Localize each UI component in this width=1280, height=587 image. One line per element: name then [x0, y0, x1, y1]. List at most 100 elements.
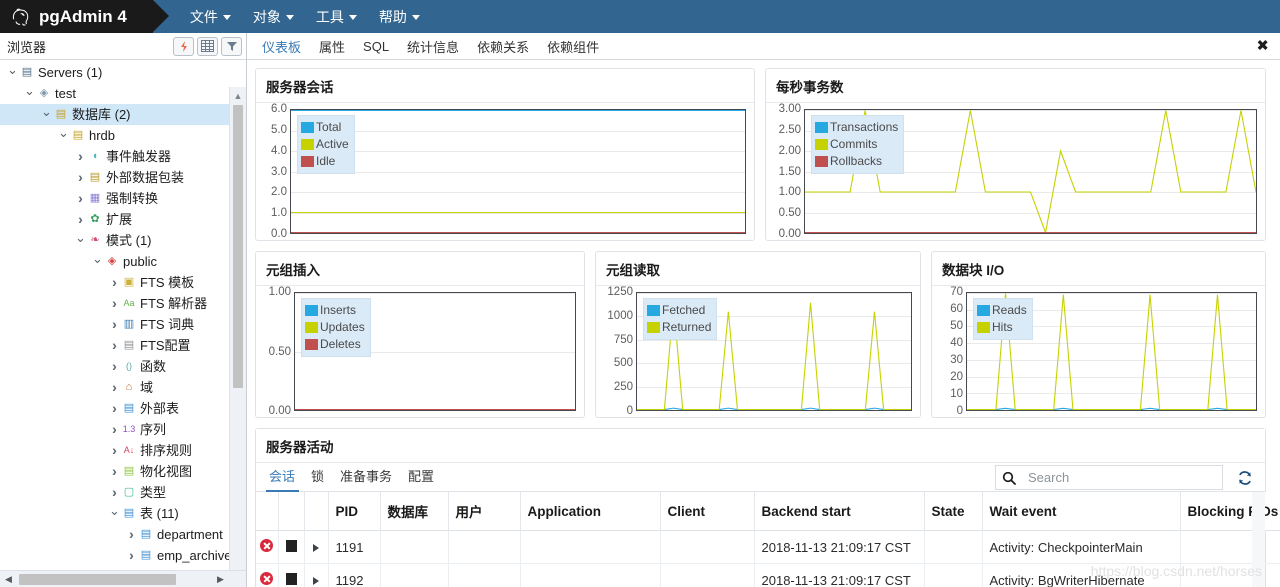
- tab-sessions[interactable]: 会话: [266, 466, 303, 492]
- search-box[interactable]: [995, 465, 1223, 490]
- tree-item-强制转换[interactable]: ▦ 强制转换: [0, 188, 246, 209]
- col-database[interactable]: 数据库: [380, 492, 449, 531]
- table-row[interactable]: 1192 2018-11-13 21:09:17 CST Activity: BgW…: [256, 563, 1280, 587]
- chevron-down-icon[interactable]: [91, 255, 104, 269]
- chevron-down-icon[interactable]: [40, 108, 53, 122]
- chevron-right-icon[interactable]: [74, 149, 87, 164]
- chevron-right-icon[interactable]: [108, 275, 121, 290]
- chevron-right-icon[interactable]: [108, 317, 121, 332]
- tab-configuration[interactable]: 配置: [400, 466, 442, 491]
- tree-item-FTS 模板[interactable]: ▣ FTS 模板: [0, 272, 246, 293]
- col-blocking-pids[interactable]: Blocking PIDs: [1180, 492, 1280, 531]
- tree-item-FTS 词典[interactable]: ▥ FTS 词典: [0, 314, 246, 335]
- chevron-down-icon[interactable]: [108, 507, 121, 521]
- tree-item-数据库 (2)[interactable]: ▤ 数据库 (2): [0, 104, 246, 125]
- chevron-right-icon[interactable]: [108, 422, 121, 437]
- tree-item-类型[interactable]: ▢ 类型: [0, 482, 246, 503]
- tab-dependencies[interactable]: 依赖关系: [468, 33, 538, 60]
- tab-statistics[interactable]: 统计信息: [398, 33, 468, 60]
- tree-item-排序规则[interactable]: A↓ 排序规则: [0, 440, 246, 461]
- col-pid[interactable]: PID: [328, 492, 381, 531]
- tree-item-函数[interactable]: () 函数: [0, 356, 246, 377]
- chevron-right-icon[interactable]: [108, 338, 121, 353]
- chevron-right-icon[interactable]: [108, 359, 121, 374]
- col-details[interactable]: [304, 492, 329, 531]
- tree-item-public[interactable]: ◈ public: [0, 251, 246, 272]
- chevron-right-icon[interactable]: [108, 464, 121, 479]
- tree-item-department[interactable]: ▤ department: [0, 524, 246, 545]
- cancel-icon[interactable]: [256, 563, 279, 587]
- filter-icon[interactable]: [221, 36, 242, 56]
- chevron-right-icon[interactable]: [74, 191, 87, 206]
- stop-icon[interactable]: [278, 563, 305, 587]
- y-tick-label: 0.50: [268, 345, 291, 358]
- tree-item-扩展[interactable]: ✿ 扩展: [0, 209, 246, 230]
- tab-dashboard[interactable]: 仪表板: [253, 33, 310, 60]
- tab-prepared-transactions[interactable]: 准备事务: [332, 466, 400, 491]
- tree-vertical-scrollbar[interactable]: ▲: [229, 87, 246, 570]
- col-state[interactable]: State: [924, 492, 983, 531]
- menu-tools[interactable]: 工具: [305, 0, 368, 33]
- tree-item-Servers (1)[interactable]: ▤ Servers (1): [0, 62, 246, 83]
- col-application[interactable]: Application: [520, 492, 661, 531]
- chevron-right-icon[interactable]: [108, 380, 121, 395]
- tree-item-hrdb[interactable]: ▤ hrdb: [0, 125, 246, 146]
- scroll-left-icon[interactable]: ◀: [0, 574, 17, 585]
- tab-properties[interactable]: 属性: [310, 33, 354, 60]
- col-user[interactable]: 用户: [448, 492, 521, 531]
- chevron-right-icon[interactable]: [125, 527, 138, 542]
- tree-horizontal-scrollbar[interactable]: ◀ ▶: [0, 570, 246, 587]
- table-vertical-scrollbar[interactable]: [1252, 492, 1265, 587]
- col-wait-event[interactable]: Wait event: [982, 492, 1181, 531]
- chevron-right-icon[interactable]: [74, 170, 87, 185]
- plot-area: Total Active Idle: [290, 109, 746, 234]
- tree-hscroll-thumb[interactable]: [19, 573, 176, 585]
- chevron-right-icon[interactable]: [108, 296, 121, 311]
- tree-item-test[interactable]: ◈ test: [0, 83, 246, 104]
- tree-item-FTS配置[interactable]: ▤ FTS配置: [0, 335, 246, 356]
- tree-item-序列[interactable]: 1.3 序列: [0, 419, 246, 440]
- tree-vscroll-thumb[interactable]: [233, 105, 243, 388]
- table-row[interactable]: 1191 2018-11-13 21:09:17 CST Activity: Che…: [256, 530, 1280, 564]
- tree-item-物化视图[interactable]: ▤ 物化视图: [0, 461, 246, 482]
- refresh-icon[interactable]: [1233, 466, 1257, 489]
- tree-item-表 (11)[interactable]: ▤ 表 (11): [0, 503, 246, 524]
- tree-item-域[interactable]: ⌂域: [0, 377, 246, 398]
- col-backend-start[interactable]: Backend start: [754, 492, 925, 531]
- tree-item-emp_archive[interactable]: ▤ emp_archive: [0, 545, 246, 566]
- scroll-up-icon[interactable]: ▲: [230, 87, 246, 104]
- col-cancel[interactable]: [278, 492, 305, 531]
- col-client[interactable]: Client: [660, 492, 755, 531]
- tab-locks[interactable]: 锁: [303, 466, 332, 491]
- view-data-icon[interactable]: [197, 36, 218, 56]
- search-input[interactable]: [1028, 470, 1216, 485]
- tree-item-事件触发器[interactable]: ◖ 事件触发器: [0, 146, 246, 167]
- chevron-right-icon[interactable]: [108, 443, 121, 458]
- cancel-icon[interactable]: [256, 530, 279, 564]
- tree-item-FTS 解析器[interactable]: Aa FTS 解析器: [0, 293, 246, 314]
- tab-sql[interactable]: SQL: [354, 33, 398, 60]
- chevron-down-icon[interactable]: [6, 66, 19, 80]
- tab-dependents[interactable]: 依赖组件: [538, 33, 608, 60]
- menu-help[interactable]: 帮助: [368, 0, 431, 33]
- chevron-right-icon[interactable]: [108, 401, 121, 416]
- tree-item-外部数据包装[interactable]: ▤ 外部数据包装: [0, 167, 246, 188]
- menu-file[interactable]: 文件: [179, 0, 242, 33]
- tree-item-模式 (1)[interactable]: ❧ 模式 (1): [0, 230, 246, 251]
- col-terminate[interactable]: [256, 492, 279, 531]
- tree-item-外部表[interactable]: ▤ 外部表: [0, 398, 246, 419]
- chevron-right-icon[interactable]: [74, 212, 87, 227]
- scroll-right-icon[interactable]: ▶: [212, 574, 229, 585]
- expand-arrow-icon[interactable]: [304, 530, 329, 564]
- expand-arrow-icon[interactable]: [304, 563, 329, 587]
- close-icon[interactable]: ✖: [1256, 39, 1269, 54]
- chevron-down-icon[interactable]: [23, 87, 36, 101]
- chevron-down-icon[interactable]: [74, 234, 87, 248]
- stop-icon[interactable]: [278, 530, 305, 564]
- query-tool-icon[interactable]: [173, 36, 194, 56]
- browser-tree-wrapper[interactable]: ▤ Servers (1) ◈ test ▤ 数据库 (2) ▤ hrdb ◖ 事件触发器 ▤ 外部数…: [0, 60, 246, 587]
- menu-object[interactable]: 对象: [242, 0, 305, 33]
- chevron-right-icon[interactable]: [125, 548, 138, 563]
- chevron-down-icon[interactable]: [57, 129, 70, 143]
- chevron-right-icon[interactable]: [108, 485, 121, 500]
